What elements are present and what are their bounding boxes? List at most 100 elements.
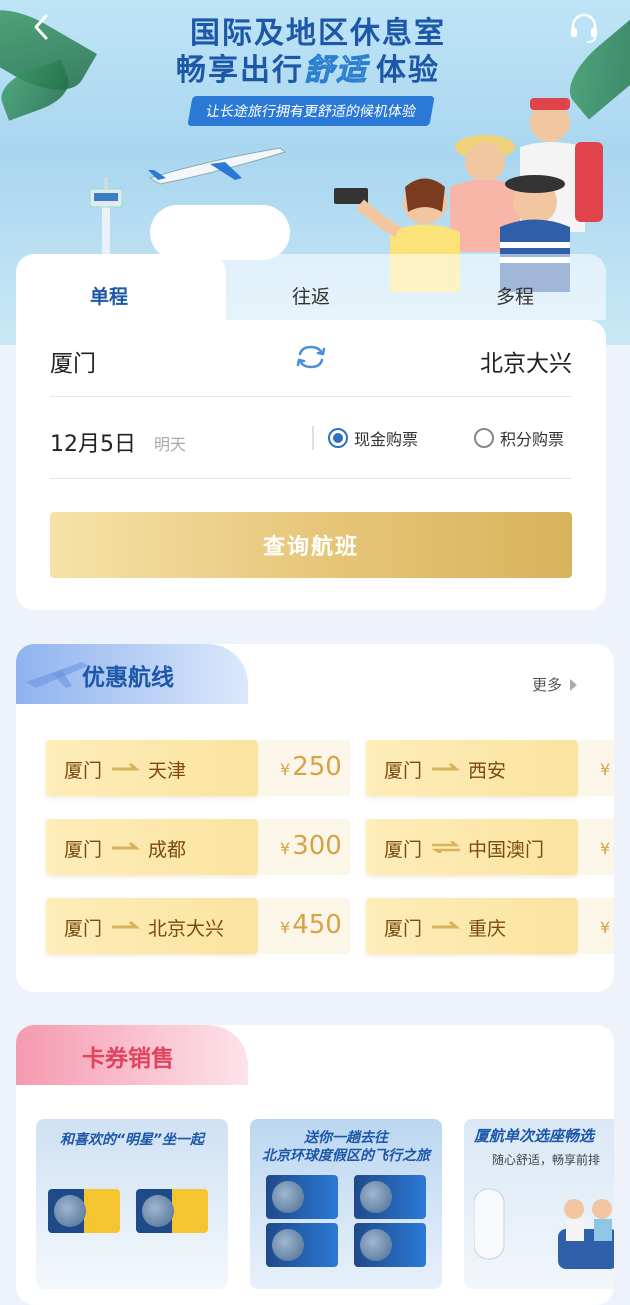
route-destination: 成都	[148, 839, 187, 861]
route-price: ¥3	[600, 752, 614, 782]
route-origin: 厦门	[384, 839, 423, 861]
pay-points-option[interactable]: 积分购票	[474, 426, 564, 450]
route-price: ¥450	[280, 910, 342, 940]
route-price: ¥2	[600, 910, 614, 940]
currency-symbol: ¥	[600, 918, 611, 937]
deal-route-card[interactable]: 厦门 天津 ¥250	[46, 740, 350, 796]
origin-city[interactable]: 厦门	[50, 344, 96, 378]
section-header-tab: 卡券销售	[16, 1025, 248, 1085]
divider	[312, 426, 314, 450]
customer-service-icon[interactable]	[566, 10, 602, 46]
deal-route-card[interactable]: 厦门 重庆 ¥2	[366, 898, 614, 954]
route-origin: 厦门	[64, 839, 103, 861]
price-value: 250	[292, 752, 342, 782]
cloud-decoration	[150, 205, 290, 260]
ticket-image	[354, 1223, 426, 1267]
voucher-caption: 和喜欢的“明星”坐一起	[59, 1132, 205, 1148]
one-way-arrow-icon	[432, 762, 460, 771]
search-form: 厦门 北京大兴 12月5日 明天 现金购票 积分购票 查询航班	[16, 320, 606, 610]
currency-symbol: ¥	[280, 839, 291, 858]
ticket-image	[266, 1175, 338, 1219]
route-origin: 厦门	[384, 918, 423, 940]
tab-multi-city[interactable]: 多程	[496, 282, 534, 309]
pay-cash-option[interactable]: 现金购票	[328, 426, 418, 450]
swap-cities-icon[interactable]	[294, 344, 328, 370]
divider	[50, 396, 572, 397]
route-price-box: ¥450	[258, 898, 350, 954]
ticket-image	[136, 1189, 208, 1233]
airplane-illustration	[148, 147, 287, 185]
voucher-card[interactable]: 和喜欢的“明星”坐一起	[36, 1119, 228, 1289]
currency-symbol: ¥	[280, 760, 291, 779]
ticket-image	[266, 1223, 338, 1267]
voucher-card[interactable]: 厦航单次选座畅选 随心舒适，畅享前排	[464, 1119, 614, 1289]
section-title: 优惠航线	[82, 665, 174, 691]
voucher-card[interactable]: 送你一趟去往 北京环球度假区的飞行之旅	[250, 1119, 442, 1289]
one-way-arrow-icon	[112, 920, 140, 929]
deal-routes-section: 优惠航线 更多 厦门 天津 ¥250 厦门 西安 ¥3 厦门 成都 ¥300 厦…	[16, 644, 614, 992]
route-price-box: ¥300	[258, 819, 350, 875]
divider	[50, 478, 572, 479]
one-way-arrow-icon	[432, 920, 460, 929]
route-price: ¥250	[280, 752, 342, 782]
section-header-tab: 优惠航线	[16, 644, 248, 704]
route-price: ¥8	[600, 831, 614, 861]
ticket-image	[48, 1189, 120, 1233]
deal-route-card[interactable]: 厦门 成都 ¥300	[46, 819, 350, 875]
chevron-right-icon	[570, 678, 578, 691]
deal-route-card[interactable]: 厦门 西安 ¥3	[366, 740, 614, 796]
back-arrow-icon[interactable]	[28, 12, 58, 42]
voucher-caption: 随心舒适，畅享前排	[492, 1153, 601, 1167]
pay-cash-label: 现金购票	[354, 430, 419, 449]
route-price: ¥300	[280, 831, 342, 861]
departure-date[interactable]: 12月5日	[50, 426, 136, 458]
route-price-box: ¥8	[578, 819, 614, 875]
banner-title-highlight: 舒适	[304, 53, 368, 89]
one-way-arrow-icon	[112, 762, 140, 771]
currency-symbol: ¥	[280, 918, 291, 937]
tab-background	[212, 254, 606, 320]
pay-points-label: 积分购票	[500, 430, 565, 449]
route-price-box: ¥250	[258, 740, 350, 796]
banner-title-text: 畅享出行	[176, 53, 304, 88]
voucher-caption: 北京环球度假区的飞行之旅	[262, 1148, 430, 1164]
price-value: 2	[612, 910, 614, 940]
deal-route-card[interactable]: 厦门 中国澳门 ¥8	[366, 819, 614, 875]
route-origin: 厦门	[64, 760, 103, 782]
radio-checked-icon	[328, 428, 348, 448]
control-tower-illustration	[89, 177, 123, 265]
date-hint: 明天	[154, 435, 187, 454]
route-destination: 天津	[148, 760, 187, 782]
destination-city[interactable]: 北京大兴	[480, 344, 572, 378]
search-flights-button[interactable]: 查询航班	[50, 512, 572, 578]
section-title: 卡券销售	[82, 1046, 174, 1072]
route-destination: 重庆	[468, 918, 507, 940]
route-price-box: ¥2	[578, 898, 614, 954]
more-link[interactable]: 更多	[532, 674, 578, 695]
radio-unchecked-icon	[474, 428, 494, 448]
price-value: 300	[292, 831, 342, 861]
tab-round-trip[interactable]: 往返	[292, 282, 330, 309]
banner-title-text: 体验	[376, 53, 440, 88]
route-origin: 厦门	[64, 918, 103, 940]
more-label: 更多	[532, 676, 563, 694]
voucher-sales-section: 卡券销售 和喜欢的“明星”坐一起 送你一趟去往 北京环球度假区的飞行之旅 厦航单…	[16, 1025, 614, 1305]
deal-route-card[interactable]: 厦门 北京大兴 ¥450	[46, 898, 350, 954]
route-price-box: ¥3	[578, 740, 614, 796]
route-destination: 西安	[468, 760, 507, 782]
route-destination: 中国澳门	[468, 839, 545, 861]
route-destination: 北京大兴	[148, 918, 225, 940]
price-value: 450	[292, 910, 342, 940]
one-way-arrow-icon	[112, 841, 140, 850]
currency-symbol: ¥	[600, 839, 611, 858]
flight-search-card: 单程 往返 多程 厦门 北京大兴 12月5日 明天 现金购票 积分购票 查询航班	[16, 254, 606, 610]
tab-one-way[interactable]: 单程	[90, 282, 128, 309]
ticket-image	[354, 1175, 426, 1219]
price-value: 3	[612, 752, 614, 782]
route-origin: 厦门	[384, 760, 423, 782]
round-trip-arrow-icon	[432, 841, 460, 853]
price-value: 8	[612, 831, 614, 861]
seat-illustration	[474, 1188, 614, 1269]
trip-type-tabs: 单程 往返 多程	[16, 254, 606, 328]
voucher-caption: 送你一趟去往	[304, 1130, 388, 1146]
